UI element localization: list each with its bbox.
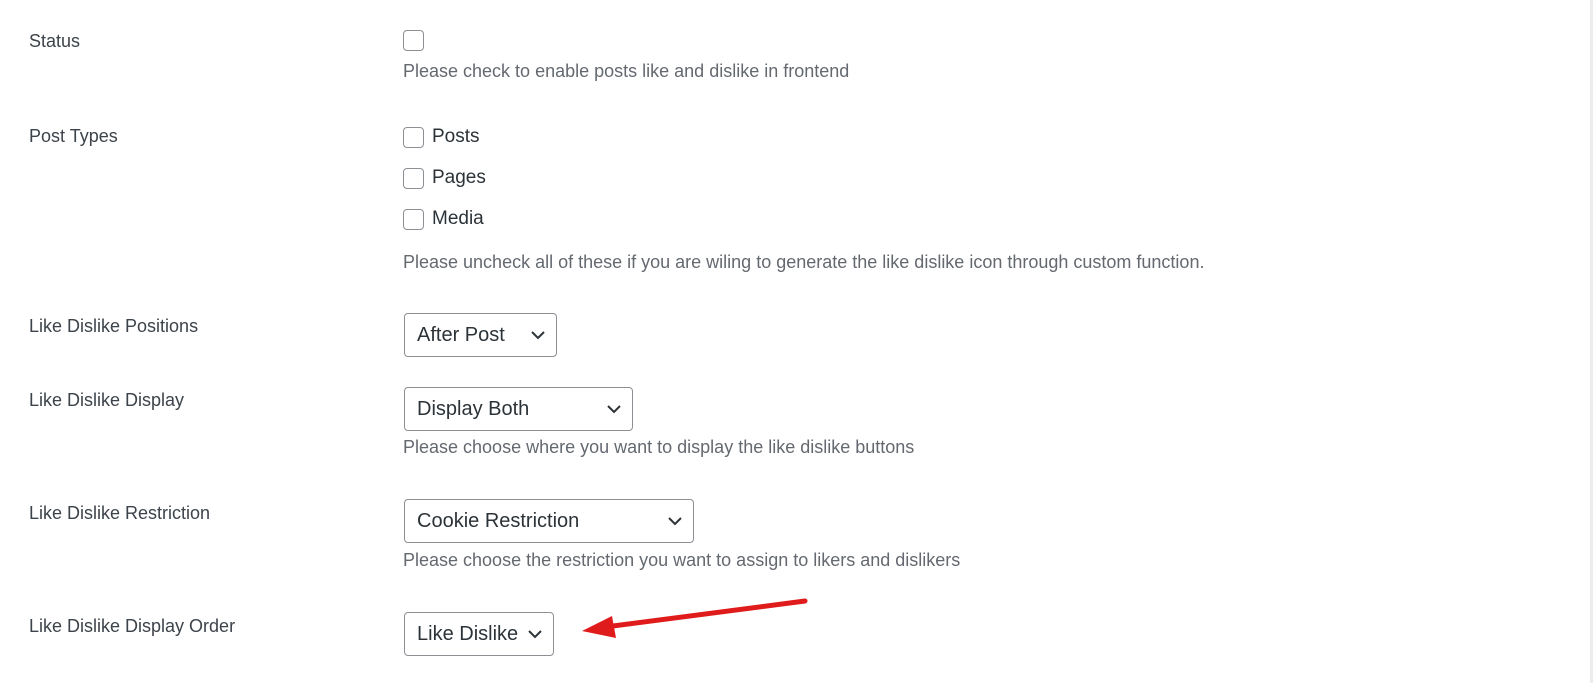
media-checkbox-label[interactable]: Media: [432, 208, 484, 230]
display-label: Like Dislike Display: [29, 390, 185, 410]
chevron-down-icon: [668, 517, 682, 526]
post-type-option-posts[interactable]: Posts: [403, 125, 480, 149]
posts-checkbox[interactable]: [403, 126, 424, 148]
media-checkbox[interactable]: [403, 208, 424, 230]
display-order-select-value: Like Dislike: [417, 622, 519, 645]
chevron-down-icon: [607, 405, 621, 414]
post-types-label: Post Types: [29, 126, 118, 146]
display-order-select[interactable]: Like Dislike: [404, 612, 554, 656]
chevron-down-icon: [531, 331, 545, 340]
display-description: Please choose where you want to display …: [403, 437, 915, 457]
restriction-description: Please choose the restriction you want t…: [403, 550, 961, 570]
chevron-down-icon: [528, 630, 542, 639]
display-select[interactable]: Display Both: [404, 387, 633, 431]
annotation-arrow-shaft: [602, 598, 808, 630]
pages-checkbox[interactable]: [403, 167, 424, 189]
positions-select[interactable]: After Post: [404, 313, 557, 357]
post-type-option-pages[interactable]: Pages: [403, 166, 486, 190]
restriction-label: Like Dislike Restriction: [29, 503, 211, 523]
display-order-label: Like Dislike Display Order: [29, 616, 236, 636]
status-description: Please check to enable posts like and di…: [403, 61, 850, 81]
annotation-arrow-head: [582, 616, 616, 638]
status-label: Status: [29, 31, 81, 51]
annotation-arrow: [582, 598, 808, 638]
restriction-select[interactable]: Cookie Restriction: [404, 499, 694, 543]
pages-checkbox-label[interactable]: Pages: [432, 167, 486, 189]
positions-select-value: After Post: [417, 323, 505, 346]
post-type-option-media[interactable]: Media: [403, 207, 484, 231]
post-types-description: Please uncheck all of these if you are w…: [403, 252, 1205, 272]
status-checkbox[interactable]: [403, 30, 424, 51]
posts-checkbox-label[interactable]: Posts: [432, 126, 480, 148]
positions-label: Like Dislike Positions: [29, 316, 199, 336]
restriction-select-value: Cookie Restriction: [417, 509, 580, 532]
display-select-value: Display Both: [417, 397, 530, 420]
